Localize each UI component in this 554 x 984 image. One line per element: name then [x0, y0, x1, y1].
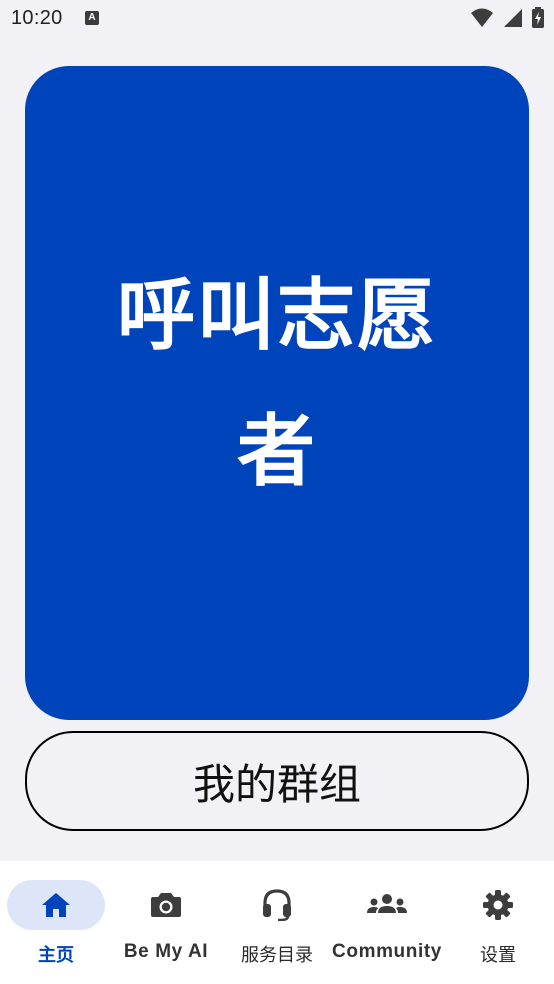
- nav-home[interactable]: 主页: [1, 861, 111, 984]
- nav-service-directory-label: 服务目录: [241, 945, 313, 966]
- nav-community-label: Community: [332, 941, 442, 962]
- camera-icon: [151, 893, 181, 917]
- nav-be-my-ai[interactable]: Be My AI: [111, 861, 221, 984]
- call-volunteer-button[interactable]: 呼叫志愿者: [25, 66, 529, 720]
- bottom-navigation: 主页 Be My AI 服务目录 Community 设置: [0, 861, 554, 984]
- groups-icon: [367, 894, 407, 913]
- nav-home-label: 主页: [38, 945, 74, 966]
- my-groups-button[interactable]: 我的群组: [25, 731, 529, 831]
- headset-icon: [263, 889, 291, 921]
- battery-charging-icon: [532, 7, 544, 28]
- wifi-icon: [470, 8, 493, 27]
- notification-icon: A: [85, 11, 99, 25]
- nav-community[interactable]: Community: [332, 861, 442, 984]
- call-volunteer-label: 呼叫志愿者: [116, 271, 437, 497]
- nav-service-directory[interactable]: 服务目录: [222, 861, 332, 984]
- my-groups-label: 我的群组: [192, 759, 361, 809]
- status-icons: [466, 7, 544, 29]
- signal-icon: [503, 9, 522, 27]
- nav-settings[interactable]: 设置: [443, 861, 553, 984]
- home-icon: [42, 893, 70, 917]
- nav-settings-label: 设置: [480, 945, 516, 966]
- nav-be-my-ai-label: Be My AI: [123, 941, 209, 962]
- status-bar: 10:20 A: [0, 0, 554, 38]
- gear-icon: [483, 890, 513, 920]
- status-time: 10:20: [11, 7, 63, 29]
- nav-home-indicator: [7, 880, 105, 930]
